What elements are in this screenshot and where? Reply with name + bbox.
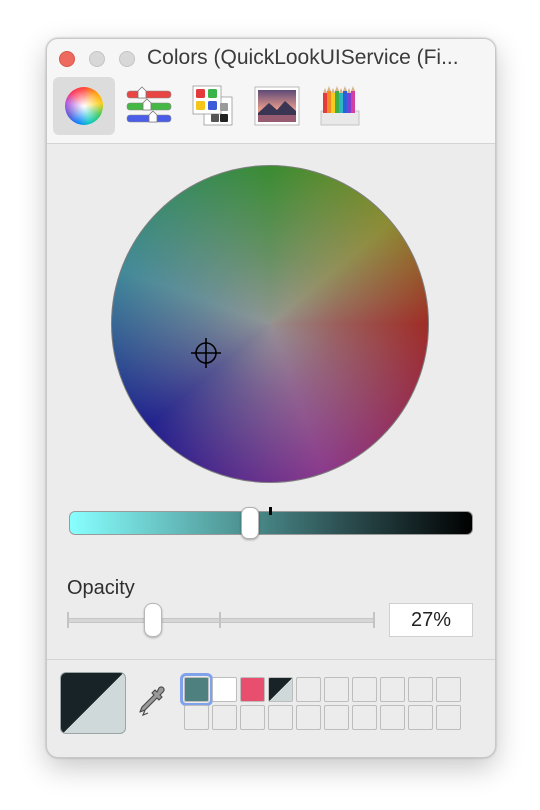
color-swatch[interactable] — [352, 705, 377, 730]
color-swatch[interactable] — [212, 677, 237, 702]
color-swatch[interactable] — [296, 705, 321, 730]
image-icon — [254, 86, 300, 126]
color-swatch[interactable] — [380, 677, 405, 702]
color-swatch[interactable] — [212, 705, 237, 730]
color-swatch[interactable] — [408, 705, 433, 730]
color-swatch[interactable] — [352, 677, 377, 702]
color-swatch[interactable] — [184, 705, 209, 730]
opacity-slider-track[interactable] — [67, 618, 375, 623]
color-wheel-mode-button[interactable] — [53, 77, 115, 135]
brightness-slider-knob[interactable] — [241, 507, 259, 539]
close-button[interactable] — [59, 51, 75, 67]
crosshair-icon[interactable] — [191, 338, 221, 368]
sliders-icon — [126, 86, 172, 123]
toolbar: Colors (QuickLookUIService (Fi... — [47, 39, 495, 144]
minimize-button[interactable] — [89, 51, 105, 67]
color-swatch[interactable] — [408, 677, 433, 702]
color-wheel-saturation — [111, 165, 429, 483]
opacity-label: Opacity — [67, 577, 135, 599]
color-swatch[interactable] — [436, 705, 461, 730]
brightness-slider-tick — [269, 507, 272, 515]
opacity-slider-knob[interactable] — [144, 603, 162, 637]
divider — [47, 659, 495, 660]
eyedropper-icon[interactable] — [135, 684, 169, 722]
color-sliders-mode-button[interactable] — [117, 77, 179, 135]
color-swatch[interactable] — [324, 677, 349, 702]
color-swatch[interactable] — [268, 705, 293, 730]
pencils-icon — [320, 86, 360, 126]
color-wheel-icon — [65, 87, 103, 125]
opacity-slider-tick — [373, 612, 375, 628]
color-swatch[interactable] — [240, 677, 265, 702]
color-swatch[interactable] — [380, 705, 405, 730]
colors-window: Colors (QuickLookUIService (Fi... Opacit… — [46, 38, 496, 758]
palettes-icon — [192, 85, 233, 126]
color-wheel[interactable] — [111, 165, 429, 483]
color-swatch[interactable] — [324, 705, 349, 730]
color-swatch[interactable] — [268, 677, 293, 702]
opacity-slider-tick — [67, 612, 69, 628]
opacity-field[interactable]: 27% — [389, 603, 473, 637]
image-palettes-mode-button[interactable] — [245, 77, 307, 135]
color-swatch[interactable] — [436, 677, 461, 702]
pencils-mode-button[interactable] — [309, 77, 371, 135]
color-swatch[interactable] — [296, 677, 321, 702]
opacity-slider-tick — [219, 612, 221, 628]
zoom-button[interactable] — [119, 51, 135, 67]
current-color-well[interactable] — [60, 672, 126, 734]
color-palettes-mode-button[interactable] — [181, 77, 243, 135]
window-title: Colors (QuickLookUIService (Fi... — [147, 46, 459, 69]
color-swatch[interactable] — [180, 673, 213, 706]
color-swatch[interactable] — [240, 705, 265, 730]
